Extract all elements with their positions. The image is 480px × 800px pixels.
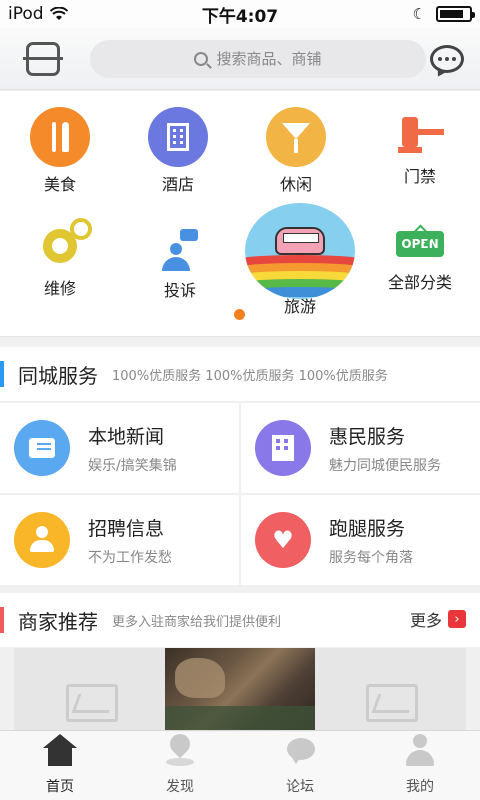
category-label: 酒店 [161, 175, 194, 194]
scan-icon[interactable] [23, 41, 63, 76]
section-subtitle: 更多入驻商家给我们提供便利 [112, 614, 282, 630]
search-placeholder: 搜索商品、商铺 [216, 50, 322, 68]
open-sign-icon: OPEN [396, 231, 444, 257]
status-time: 下午4:07 [201, 6, 279, 27]
heart-location-icon: ♥ [255, 512, 311, 568]
merchant-carousel[interactable] [14, 648, 466, 732]
service-desc: 魅力同城便民服务 [329, 457, 441, 474]
fork-knife-icon [30, 107, 90, 167]
location-pin-icon [163, 734, 197, 768]
category-grid: 美食 酒店 休闲 门禁 维修 投诉 旅游 OPEN 全部分类 [0, 91, 480, 337]
service-desc: 服务每个角落 [329, 549, 413, 566]
search-icon [194, 51, 209, 66]
service-name: 跑腿服务 [329, 517, 406, 540]
tab-mine[interactable]: 我的 [360, 731, 480, 800]
profile-icon [403, 734, 437, 768]
category-complaint[interactable]: 投诉 [120, 221, 240, 301]
service-name: 招聘信息 [88, 517, 165, 540]
search-input[interactable]: 搜索商品、商铺 [90, 39, 426, 78]
category-all[interactable]: OPEN 全部分类 [360, 219, 480, 293]
status-bar: iPod 下午4:07 ☾ [0, 0, 480, 28]
newspaper-icon [14, 420, 70, 476]
section-title: 商家推荐 [18, 609, 98, 634]
home-icon [43, 734, 77, 768]
image-placeholder-icon [66, 684, 118, 722]
cocktail-icon [266, 107, 326, 167]
image-placeholder-icon [366, 684, 418, 722]
tab-label: 论坛 [286, 779, 314, 795]
category-travel[interactable]: 旅游 [240, 203, 360, 317]
service-desc: 娱乐/搞笑集锦 [88, 457, 177, 474]
complaint-icon [150, 221, 210, 281]
service-name: 惠民服务 [329, 425, 406, 448]
gate-barrier-icon [390, 107, 450, 167]
service-local-news[interactable]: 本地新闻 娱乐/搞笑集锦 [0, 403, 239, 493]
tab-discover[interactable]: 发现 [120, 731, 240, 800]
category-label: 全部分类 [387, 273, 452, 292]
section-title: 同城服务 [18, 363, 98, 388]
service-desc: 不为工作发愁 [88, 549, 172, 566]
building-icon [148, 107, 208, 167]
tab-forum[interactable]: 论坛 [240, 731, 360, 800]
top-header: 搜索商品、商铺 [0, 28, 480, 90]
city-building-icon [255, 420, 311, 476]
category-repair[interactable]: 维修 [0, 218, 120, 299]
merchant-photo[interactable] [165, 648, 315, 732]
service-errand[interactable]: ♥ 跑腿服务 服务每个角落 [241, 495, 480, 585]
category-food[interactable]: 美食 [0, 107, 120, 195]
category-access-control[interactable]: 门禁 [360, 107, 480, 187]
page-indicator [234, 309, 245, 320]
city-service-header: 同城服务 100%优质服务 100%优质服务 100%优质服务 [0, 347, 480, 401]
bottom-tab-bar: 首页 发现 论坛 我的 [0, 730, 480, 800]
category-leisure[interactable]: 休闲 [236, 107, 356, 195]
battery-icon [436, 6, 475, 22]
section-subtitle: 100%优质服务 100%优质服务 100%优质服务 [112, 368, 388, 384]
message-icon[interactable] [430, 44, 464, 73]
service-recruitment[interactable]: 招聘信息 不为工作发愁 [0, 495, 239, 585]
tab-label: 首页 [46, 779, 74, 795]
category-label: 休闲 [279, 175, 312, 194]
service-name: 本地新闻 [88, 425, 165, 448]
gear-icon [43, 218, 92, 263]
user-icon [14, 512, 70, 568]
merchant-header: 商家推荐 更多入驻商家给我们提供便利 更多 › [0, 593, 480, 647]
more-label: 更多 [409, 611, 442, 630]
category-label: 维修 [43, 279, 76, 298]
forum-bubble-icon [283, 734, 317, 768]
category-label: 美食 [43, 175, 76, 194]
tab-home[interactable]: 首页 [0, 731, 120, 800]
more-button[interactable]: 更多 › [410, 607, 466, 631]
service-public[interactable]: 惠民服务 魅力同城便民服务 [241, 403, 480, 493]
category-hotel[interactable]: 酒店 [118, 107, 238, 195]
chevron-right-icon: › [448, 610, 466, 628]
tab-label: 我的 [406, 779, 434, 795]
travel-bus-icon [245, 203, 355, 299]
tab-label: 发现 [166, 779, 194, 795]
